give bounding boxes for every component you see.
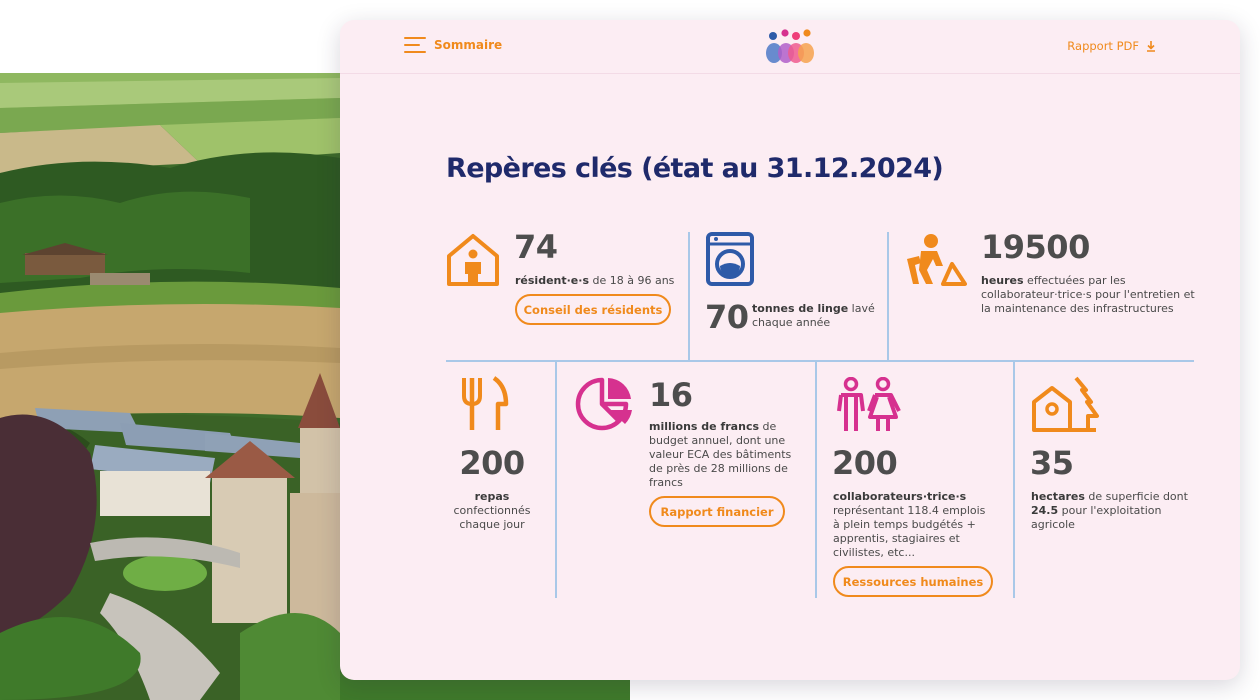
hours-description: heures effectuées par les collaborateur·… [981,274,1203,316]
divider [555,362,557,598]
summary-menu-button[interactable]: Sommaire [404,36,502,53]
worker-shovel-icon [907,234,967,286]
fork-knife-icon [462,376,509,430]
staff-description: collaborateurs·trice·s représentant 118.4… [833,490,993,560]
hours-number: 19500 [981,228,1090,266]
residents-bold: résident·e·s [515,274,589,287]
divider [887,232,889,360]
staff-text: représentant 118.4 emplois à plein temps… [833,504,986,559]
staff-bold: collaborateurs·trice·s [833,490,967,503]
residents-text: de 18 à 96 ans [589,274,675,287]
laundry-number: 70 [705,298,749,336]
land-bold-2: 24.5 [1031,504,1059,517]
meals-number: 200 [459,444,525,482]
land-text-1: de superficie dont [1084,490,1188,503]
meals-bold: repas [474,490,510,503]
divider [446,360,1194,362]
human-resources-button[interactable]: Ressources humaines [833,566,993,597]
farm-tree-icon [1032,376,1099,432]
divider [688,232,690,360]
divider [815,362,817,598]
budget-description: millions de francs de budget annuel, don… [649,420,797,490]
residents-number: 74 [514,228,558,266]
laundry-bold: tonnes de linge [752,302,849,315]
laundry-description: tonnes de linge lavé chaque année [752,302,884,330]
pdf-report-button[interactable]: Rapport PDF [1067,39,1156,53]
land-description: hectares de superficie dont 24.5 pour l'… [1031,490,1197,532]
washing-machine-icon [706,232,754,286]
residents-council-button[interactable]: Conseil des résidents [515,294,671,325]
download-icon [1147,40,1155,52]
pie-chart-icon [575,377,632,431]
meals-description: repas confectionnés chaque jour [440,490,544,532]
land-number: 35 [1030,444,1074,482]
pdf-report-label: Rapport PDF [1067,39,1139,53]
house-person-icon [447,234,499,286]
land-bold: hectares [1031,490,1085,503]
menu-icon [404,36,426,53]
financial-report-button[interactable]: Rapport financier [649,496,785,527]
divider [1013,362,1015,598]
residents-description: résident·e·s de 18 à 96 ans [515,274,685,288]
logo [766,29,814,63]
staff-number: 200 [832,444,898,482]
hours-bold: heures [981,274,1024,287]
top-bar: Sommaire Rapport PDF [340,20,1240,74]
budget-bold: millions de francs [649,420,760,433]
key-figures-card: Sommaire Rapport PDF Repères clés (état … [340,20,1240,680]
budget-number: 16 [649,376,693,414]
summary-menu-label: Sommaire [434,37,503,52]
page-title: Repères clés (état au 31.12.2024) [446,153,944,184]
people-icon [837,377,901,431]
meals-text: confectionnés chaque jour [453,504,531,531]
